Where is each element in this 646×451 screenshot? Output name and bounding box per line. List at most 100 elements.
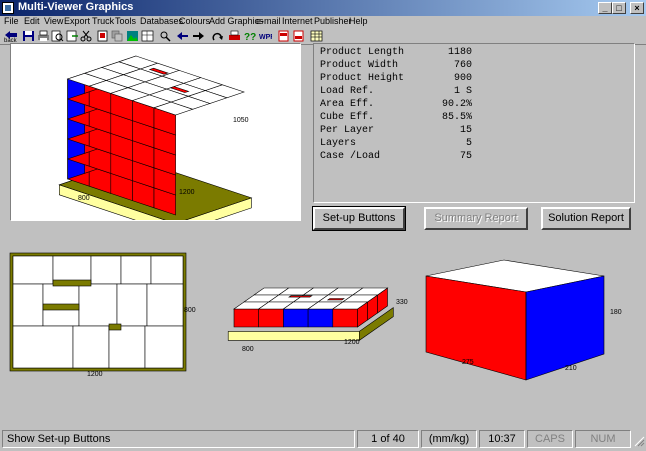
printer-icon	[38, 30, 49, 41]
status-caps: CAPS	[527, 430, 573, 448]
plan-case	[12, 325, 74, 369]
wpf-icon: WPF	[259, 34, 275, 41]
svg-text:WPF: WPF	[259, 34, 272, 41]
width-dimension: 800	[78, 195, 90, 202]
rotate-button[interactable]	[211, 30, 224, 42]
pallet-front	[227, 331, 360, 341]
scissors-icon	[80, 30, 92, 42]
next-button[interactable]	[192, 30, 205, 42]
pdf-button[interactable]	[277, 30, 290, 42]
case-front-face	[307, 308, 334, 328]
menu-databases[interactable]: Databases	[140, 16, 183, 26]
arrow-right-icon	[193, 32, 204, 40]
plan-gap	[108, 323, 122, 331]
status-page: 1 of 40	[357, 430, 419, 448]
plan-case	[116, 283, 148, 327]
title-bar: Multi-Viewer Graphics _ □ ×	[0, 0, 646, 16]
pallet-plan-diagram	[9, 252, 187, 372]
svg-text:??: ??	[244, 32, 256, 42]
plan-case	[12, 283, 44, 327]
copy-button[interactable]	[111, 30, 124, 42]
menu-internet[interactable]: Internet	[282, 16, 313, 26]
app-icon	[2, 2, 14, 14]
save-button[interactable]	[22, 30, 35, 42]
copy-icon	[111, 30, 123, 42]
pdf-icon	[278, 30, 289, 42]
grid-view-button[interactable]	[141, 30, 154, 42]
pdf2-button[interactable]	[292, 30, 305, 42]
magnifier-icon	[160, 31, 171, 42]
prev-button[interactable]	[176, 30, 189, 42]
resize-grip[interactable]	[633, 434, 645, 448]
status-time: 10:37	[479, 430, 525, 448]
solution-report-button[interactable]: Solution Report	[541, 207, 631, 230]
plan-view[interactable]: 800	[9, 252, 199, 372]
print-red-button[interactable]	[228, 30, 241, 42]
resize-grip-icon	[634, 436, 645, 447]
pdf-report-icon	[293, 30, 304, 42]
top-gap	[288, 295, 313, 298]
plan-length-dimension: 1200	[87, 371, 103, 378]
document-icon	[97, 30, 108, 42]
print-red-icon	[229, 30, 240, 40]
small-height-dimension: 330	[396, 299, 408, 306]
help-icon: ??	[244, 32, 256, 43]
table-icon	[310, 30, 323, 42]
menu-export[interactable]: Export	[64, 16, 90, 26]
document-button[interactable]	[96, 30, 109, 42]
case-front-face	[233, 308, 260, 328]
maximize-button[interactable]: □	[612, 2, 626, 14]
case-3d	[425, 259, 605, 381]
menu-help[interactable]: Help	[349, 16, 368, 26]
plan-gap	[52, 279, 92, 287]
plan-case	[146, 283, 184, 327]
status-num: NUM	[575, 430, 631, 448]
plan-case	[90, 255, 122, 285]
summary-report-button[interactable]: Summary Report	[424, 207, 528, 230]
zoom-button[interactable]	[159, 30, 172, 42]
setup-buttons-button[interactable]: Set-up Buttons	[312, 206, 406, 231]
pallet-load-3d	[58, 55, 253, 234]
height-dimension: 1050	[233, 117, 249, 124]
help-button[interactable]: ??	[244, 30, 257, 43]
menu-tools[interactable]: Tools	[115, 16, 136, 26]
plan-case	[78, 283, 118, 327]
case-height-dimension: 180	[610, 309, 622, 316]
menu-file[interactable]: File	[4, 16, 19, 26]
cut-button[interactable]	[80, 30, 93, 42]
case-front-face	[332, 308, 358, 328]
small-3d-view[interactable]: 330 800 1200	[212, 258, 412, 358]
menu-email[interactable]: e-mail	[256, 16, 281, 26]
menu-truck[interactable]: Truck	[92, 16, 114, 26]
export-icon	[66, 30, 78, 42]
small-width-dimension: 800	[242, 346, 254, 353]
export-button[interactable]	[66, 30, 79, 42]
status-units: (mm/kg)	[421, 430, 477, 448]
arrow-left-icon	[177, 32, 188, 40]
plan-case	[150, 255, 184, 285]
main-3d-view[interactable]: 1050 800 1200	[10, 43, 301, 234]
plan-case	[108, 325, 146, 369]
menu-bar: File Edit View Export Truck Tools Databa…	[0, 16, 646, 28]
plan-case	[12, 255, 54, 285]
menu-view[interactable]: View	[44, 16, 63, 26]
menu-colours[interactable]: Colours	[179, 16, 210, 26]
length-dimension: 1200	[179, 189, 195, 196]
close-button[interactable]: ×	[630, 2, 644, 14]
window-title: Multi-Viewer Graphics	[18, 1, 134, 13]
print-button[interactable]	[37, 30, 50, 42]
rotate-icon	[212, 32, 223, 41]
plan-width-dimension: 800	[184, 307, 196, 314]
case-width-dimension: 210	[565, 365, 577, 372]
table-button[interactable]	[310, 30, 323, 42]
image-button[interactable]	[126, 30, 139, 42]
menu-edit[interactable]: Edit	[24, 16, 40, 26]
wpf-button[interactable]: WPF	[259, 30, 275, 42]
menu-publisher[interactable]: Publisher	[314, 16, 352, 26]
small-length-dimension: 1200	[344, 339, 360, 346]
grid-icon	[141, 30, 154, 42]
plan-case	[144, 325, 184, 369]
case-view[interactable]: 275 210 180	[422, 258, 627, 383]
print-preview-button[interactable]	[51, 30, 64, 42]
minimize-button[interactable]: _	[598, 2, 612, 14]
